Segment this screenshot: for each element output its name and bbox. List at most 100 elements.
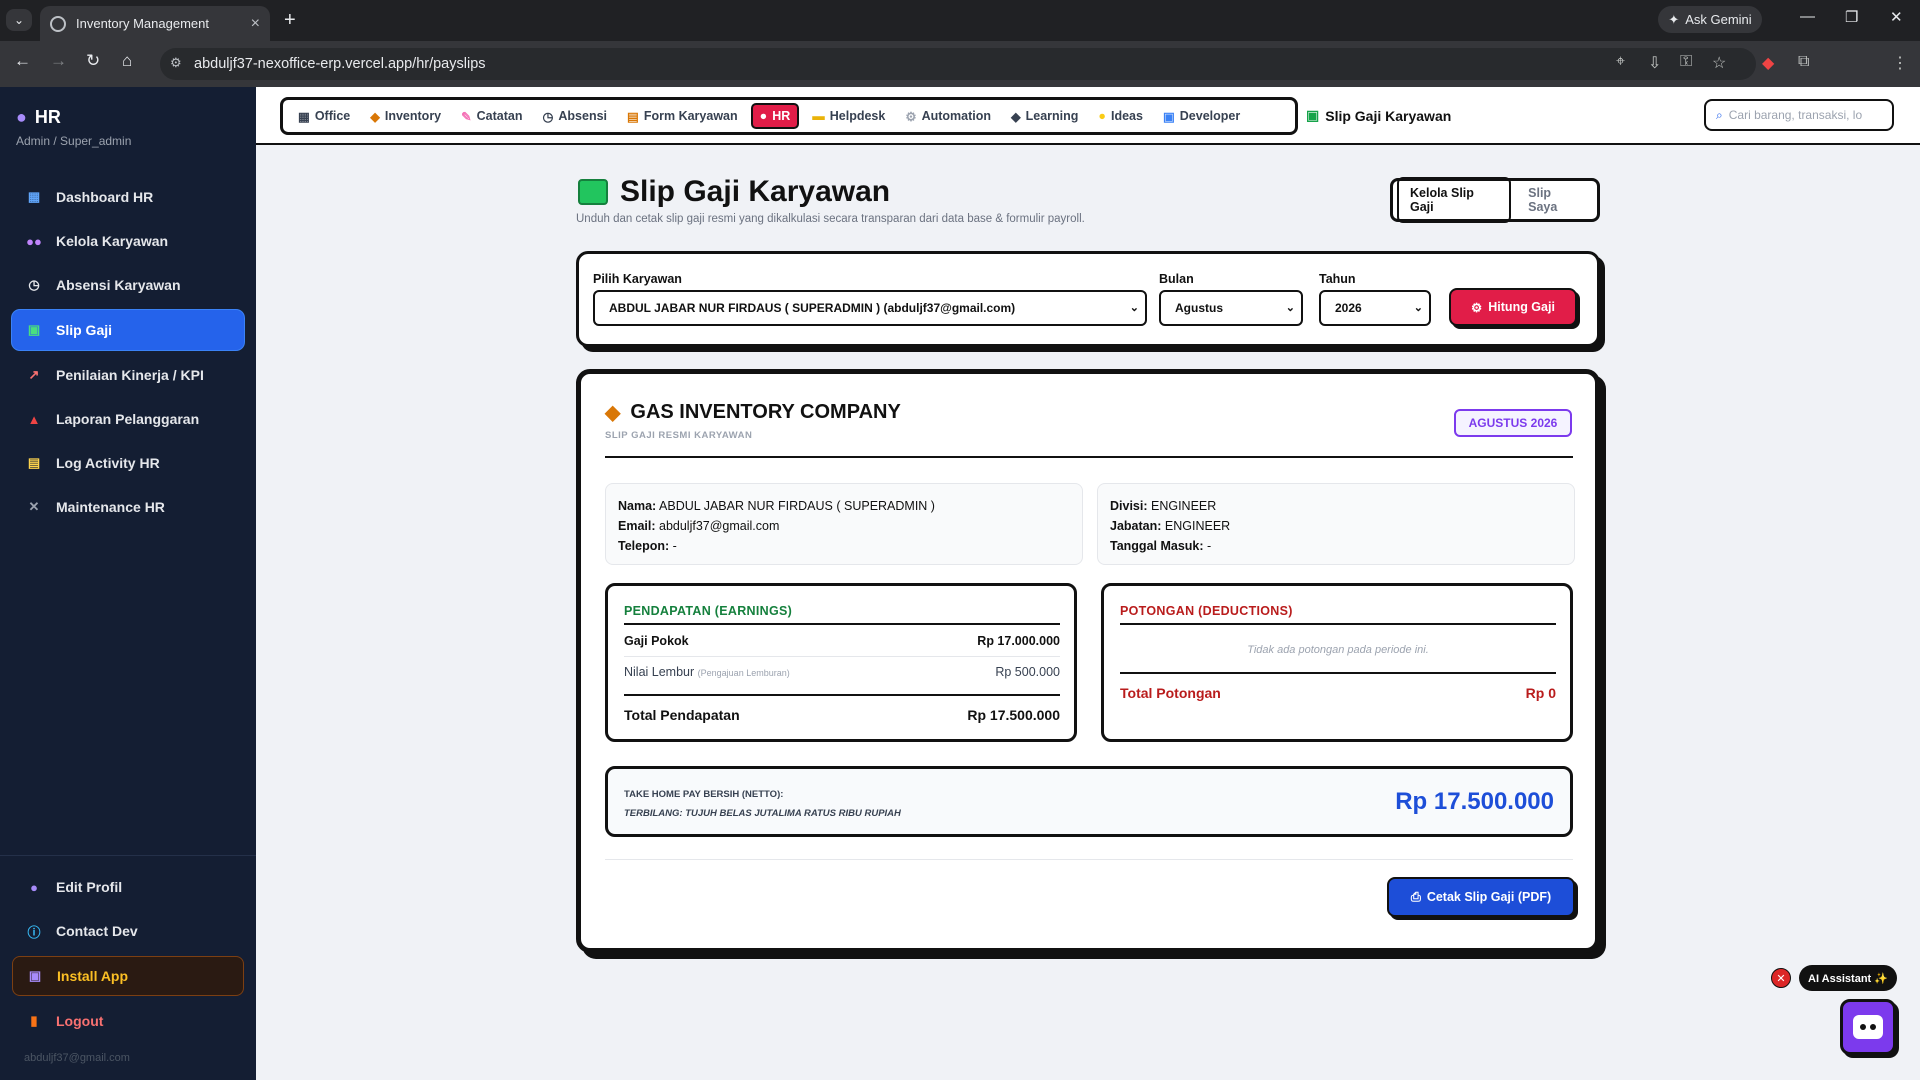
minimize-button[interactable]: —: [1800, 8, 1815, 25]
thp-words: TERBILANG: TUJUH BELAS JUTALIMA RATUS RI…: [624, 808, 901, 819]
tab-slip-saya[interactable]: Slip Saya: [1517, 179, 1593, 221]
print-pdf-button[interactable]: ⎙ Cetak Slip Gaji (PDF): [1387, 877, 1575, 917]
money-icon: ▣: [27, 322, 41, 337]
nav-automation[interactable]: ⚙ Automation: [898, 105, 998, 128]
sidebar-item-kpi[interactable]: ↗ Penilaian Kinerja / KPI: [12, 355, 244, 395]
site-info-icon[interactable]: ⚙: [170, 55, 182, 71]
earnings-divider: [624, 623, 1060, 625]
earning-row: Nilai Lembur (Pengajuan Lemburan) Rp 500.…: [624, 665, 1060, 679]
puzzle-icon[interactable]: ⧉: [1798, 53, 1809, 71]
page-title: Slip Gaji Karyawan: [578, 175, 890, 209]
sidebar-item-label: Edit Profil: [56, 879, 123, 895]
nav-label: Form Karyawan: [643, 109, 738, 123]
nav-ideas[interactable]: ● Ideas: [1091, 105, 1150, 127]
breadcrumb-label: Slip Gaji Karyawan: [1325, 107, 1452, 124]
nav-label: Absensi: [558, 109, 608, 123]
earning-label: Gaji Pokok: [624, 634, 689, 648]
reload-icon[interactable]: ↻: [86, 51, 100, 71]
payroll-filter: Pilih Karyawan ABDUL JABAR NUR FIRDAUS (…: [576, 251, 1600, 347]
sidebar-item-label: Absensi Karyawan: [56, 277, 181, 293]
box-icon: ◆: [605, 402, 621, 424]
address-bar[interactable]: ⚙ abduljf37-nexoffice-erp.vercel.app/hr/…: [160, 48, 1756, 80]
year-select[interactable]: 2026 ⌄: [1319, 290, 1431, 326]
door-icon: ▮: [30, 1013, 38, 1028]
sidebar-item-label: Logout: [56, 1013, 104, 1029]
star-icon[interactable]: ☆: [1712, 53, 1726, 73]
ask-gemini-button[interactable]: ✦ Ask Gemini: [1658, 6, 1762, 33]
sidebar-item-label: Laporan Pelanggaran: [56, 411, 200, 427]
info-value: abduljf37@gmail.com: [659, 519, 780, 533]
close-assistant-icon[interactable]: ✕: [1771, 968, 1791, 988]
new-tab-button[interactable]: +: [284, 9, 296, 32]
person-icon: ●: [759, 109, 768, 123]
box-icon: ◆: [370, 109, 380, 124]
extension-icon[interactable]: ◆: [1762, 53, 1774, 73]
total-value: Rp 17.500.000: [967, 707, 1060, 723]
tools-icon: ✕: [28, 499, 40, 514]
key-icon[interactable]: ⚿: [1680, 53, 1692, 71]
nav-inventory[interactable]: ◆ Inventory: [363, 105, 448, 128]
nav-label: Helpdesk: [829, 109, 886, 123]
install-page-icon[interactable]: ⇩: [1648, 53, 1661, 73]
earning-value: Rp 17.000.000: [977, 634, 1060, 648]
nav-catatan[interactable]: ✎ Catatan: [454, 105, 529, 128]
money-icon: ▣: [1306, 107, 1320, 123]
gear-icon: ⚙: [905, 109, 917, 124]
month-select[interactable]: Agustus ⌄: [1159, 290, 1303, 326]
sidebar-item-edit-profil[interactable]: ● Edit Profil: [12, 867, 244, 907]
robot-icon: [1853, 1015, 1883, 1039]
siren-icon: ▲: [27, 411, 41, 427]
ai-assistant-button[interactable]: [1840, 999, 1896, 1055]
nav-learning[interactable]: ◆ Learning: [1004, 105, 1085, 128]
global-search[interactable]: ⌕ Cari barang, transaksi, lo: [1704, 99, 1894, 131]
nav-absensi[interactable]: ◷ Absensi: [535, 105, 614, 128]
module-nav: ▦ Office ◆ Inventory ✎ Catatan ◷ Absensi ▤ Fo…: [280, 97, 1298, 135]
menu-icon[interactable]: ⋮: [1892, 53, 1908, 73]
info-key: Nama:: [618, 499, 657, 513]
restore-button[interactable]: ❐: [1845, 8, 1858, 26]
bulb-icon: ●: [1098, 109, 1106, 123]
nav-hr[interactable]: ● HR: [750, 103, 800, 129]
sidebar-title: HR: [34, 107, 61, 127]
nav-label: Developer: [1179, 109, 1241, 123]
logout-button[interactable]: ▮ Logout: [12, 1001, 244, 1041]
sidebar-item-absensi-karyawan[interactable]: ◷ Absensi Karyawan: [12, 265, 244, 305]
info-row: Email: abduljf37@gmail.com: [618, 516, 1070, 536]
sidebar-item-slip-gaji[interactable]: ▣ Slip Gaji: [12, 310, 244, 350]
nav-office[interactable]: ▦ Office: [291, 105, 357, 128]
sidebar-item-dashboard-hr[interactable]: ▦ Dashboard HR: [12, 177, 244, 217]
info-row: Tanggal Masuk: -: [1110, 536, 1562, 556]
tab-kelola-slip-gaji[interactable]: Kelola Slip Gaji: [1397, 177, 1512, 223]
sidebar-header: ● HR Admin / Super_admin: [16, 107, 131, 148]
employee-select[interactable]: ABDUL JABAR NUR FIRDAUS ( SUPERADMIN ) (…: [593, 290, 1147, 326]
close-tab-icon[interactable]: ×: [251, 15, 260, 33]
ai-assistant-label[interactable]: AI Assistant ✨: [1799, 965, 1897, 991]
info-row: Nama: ABDUL JABAR NUR FIRDAUS ( SUPERADM…: [618, 496, 1070, 516]
info-value: ABDUL JABAR NUR FIRDAUS ( SUPERADMIN ): [659, 499, 935, 513]
nav-helpdesk[interactable]: ▬ Helpdesk: [805, 105, 892, 127]
sidebar-item-laporan-pelanggaran[interactable]: ▲ Laporan Pelanggaran: [12, 399, 244, 439]
money-icon: [578, 179, 608, 205]
form-icon: ▤: [627, 109, 639, 124]
employee-label: Pilih Karyawan: [593, 272, 682, 286]
install-app-button[interactable]: ▣ Install App: [12, 956, 244, 996]
nav-label: Catatan: [476, 109, 523, 123]
sidebar-item-maintenance-hr[interactable]: ✕ Maintenance HR: [12, 487, 244, 527]
nav-developer[interactable]: ▣ Developer: [1156, 105, 1247, 128]
location-icon[interactable]: ⌖: [1616, 53, 1625, 71]
sidebar-item-contact-dev[interactable]: ⓘ Contact Dev: [12, 911, 244, 951]
close-window-button[interactable]: ✕: [1890, 8, 1903, 26]
back-icon[interactable]: ←: [14, 51, 31, 71]
sidebar-item-log-activity[interactable]: ▤ Log Activity HR: [12, 443, 244, 483]
tab-search-button[interactable]: ⌄: [6, 9, 32, 31]
no-deductions-text: Tidak ada potongan pada periode ini.: [1120, 644, 1556, 656]
home-icon[interactable]: ⌂: [122, 51, 132, 71]
chevron-down-icon: ⌄: [1129, 302, 1139, 314]
forward-icon[interactable]: →: [50, 51, 67, 71]
sidebar-item-label: Kelola Karyawan: [56, 233, 169, 249]
browser-tab[interactable]: Inventory Management ×: [40, 6, 270, 41]
nav-form-karyawan[interactable]: ▤ Form Karyawan: [620, 105, 745, 128]
hitung-gaji-button[interactable]: ⚙ Hitung Gaji: [1449, 288, 1577, 326]
sidebar-item-kelola-karyawan[interactable]: ●● Kelola Karyawan: [12, 221, 244, 261]
earnings-total: Total Pendapatan Rp 17.500.000: [624, 707, 1060, 723]
